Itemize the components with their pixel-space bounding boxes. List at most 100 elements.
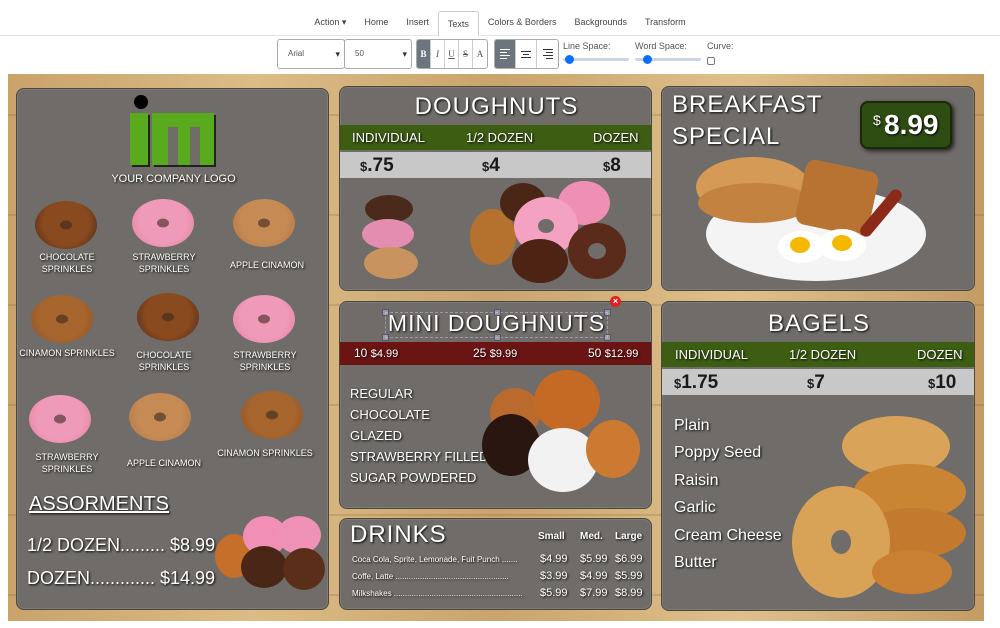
drink-row-2-large[interactable]: $5.99 [615, 570, 643, 582]
doughnuts-title[interactable]: DOUGHNUTS [340, 93, 653, 121]
breakfast-title-line1[interactable]: BREAKFAST [672, 91, 822, 119]
bagels-price-dozen[interactable]: $10 [928, 372, 956, 394]
breakfast-plate-image[interactable] [696, 157, 926, 283]
doughnuts-panel[interactable]: DOUGHNUTS INDIVIDUAL 1/2 DOZEN DOZEN $.7… [339, 86, 652, 291]
mini-price-10[interactable]: 10 $4.99 [354, 346, 398, 360]
align-center-button[interactable] [516, 40, 537, 68]
bagel-item-poppy-seed[interactable]: Poppy Seed [674, 444, 761, 462]
donut-image[interactable] [35, 201, 97, 249]
bagel-item-plain[interactable]: Plain [674, 417, 710, 435]
donut-label[interactable]: CHOCOLATE SPRINKLES [17, 251, 117, 275]
bagel-item-cream-cheese[interactable]: Cream Cheese [674, 527, 782, 545]
drink-row-1-small[interactable]: $4.99 [540, 553, 568, 565]
donut-label[interactable]: STRAWBERRY SPRINKLES [215, 349, 315, 373]
word-space-slider[interactable] [635, 55, 701, 64]
doughnuts-price-half[interactable]: $4 [482, 155, 500, 177]
drinks-col-med[interactable]: Med. [580, 531, 603, 542]
bagels-image[interactable] [792, 416, 970, 606]
tab-action[interactable]: Action ▾ [305, 10, 355, 35]
delete-element-icon[interactable]: × [610, 296, 621, 307]
donut-image[interactable] [31, 295, 93, 343]
drink-row-3-name[interactable]: Milkshakes .............................… [352, 589, 523, 598]
bold-button[interactable]: B [417, 40, 431, 68]
drink-row-3-med[interactable]: $7.99 [580, 587, 608, 599]
italic-button[interactable]: I [431, 40, 445, 68]
donut-image[interactable] [233, 199, 295, 247]
tab-home[interactable]: Home [355, 10, 397, 35]
drinks-title[interactable]: DRINKS [350, 521, 447, 549]
mini-price-25[interactable]: 25 $9.99 [473, 346, 517, 360]
line-space-slider[interactable] [563, 55, 629, 64]
doughnuts-price-individual[interactable]: $.75 [360, 155, 394, 177]
bagel-item-garlic[interactable]: Garlic [674, 499, 716, 517]
donut-label[interactable]: STRAWBERRY SPRINKLES [17, 451, 117, 475]
breakfast-panel[interactable]: BREAKFAST SPECIAL $ 8.99 [661, 86, 975, 291]
drink-row-1-name[interactable]: Coca Cola, Sprite, Lemonade, Fuit Punch … [352, 555, 517, 564]
menu-board-canvas[interactable]: YOUR COMPANY LOGO CHOCOLATE SPRINKLES STR… [8, 74, 984, 621]
doughnut-pile-image[interactable] [470, 179, 630, 287]
mini-item-strawberry-filled[interactable]: STRAWBERRY FILLED [350, 449, 488, 464]
bagels-header-half[interactable]: 1/2 DOZEN [789, 347, 856, 362]
drinks-col-large[interactable]: Large [615, 531, 642, 542]
curve-checkbox[interactable] [707, 57, 715, 65]
bagels-header-dozen[interactable]: DOZEN [917, 347, 963, 362]
assortment-dozen[interactable]: DOZEN............. $14.99 [27, 568, 215, 589]
mini-doughnuts-panel[interactable]: MINI DOUGHNUTS × 10 $4.99 25 $9.99 50 $1… [339, 296, 652, 509]
strikethrough-button[interactable]: S [459, 40, 473, 68]
drinks-col-small[interactable]: Small [538, 531, 565, 542]
donut-image[interactable] [29, 395, 91, 443]
assortment-half-dozen[interactable]: 1/2 DOZEN......... $8.99 [27, 535, 215, 556]
donut-label[interactable]: STRAWBERRY SPRINKLES [114, 251, 214, 275]
donut-label[interactable]: CINAMON SPRINKLES [215, 447, 315, 459]
left-panel[interactable]: YOUR COMPANY LOGO CHOCOLATE SPRINKLES STR… [16, 88, 329, 610]
align-right-button[interactable] [537, 40, 558, 68]
drink-row-1-large[interactable]: $6.99 [615, 553, 643, 565]
clear-format-button[interactable]: A [473, 40, 487, 68]
mini-item-sugar-powdered[interactable]: SUGAR POWDERED [350, 470, 476, 485]
drink-row-2-small[interactable]: $3.99 [540, 570, 568, 582]
font-size-select[interactable]: 50 [344, 39, 412, 69]
breakfast-price-badge[interactable]: $ 8.99 [860, 101, 952, 149]
breakfast-title-line2[interactable]: SPECIAL [672, 123, 780, 151]
bagels-price-half[interactable]: $7 [807, 372, 825, 394]
donut-image[interactable] [137, 293, 199, 341]
donut-image[interactable] [132, 199, 194, 247]
doughnuts-header-half[interactable]: 1/2 DOZEN [466, 130, 533, 145]
drink-row-1-med[interactable]: $5.99 [580, 553, 608, 565]
tab-backgrounds[interactable]: Backgrounds [565, 10, 636, 35]
donut-image[interactable] [233, 295, 295, 343]
bagel-item-raisin[interactable]: Raisin [674, 472, 718, 490]
bagels-title[interactable]: BAGELS [662, 310, 976, 338]
drink-row-3-large[interactable]: $8.99 [615, 587, 643, 599]
assortments-title[interactable]: ASSORMENTS [29, 493, 169, 516]
mini-item-regular[interactable]: REGULAR [350, 386, 413, 401]
bagels-price-individual[interactable]: $1.75 [674, 372, 718, 394]
doughnut-stack-image[interactable] [362, 195, 420, 283]
tab-texts[interactable]: Texts [437, 11, 479, 36]
font-family-select[interactable]: Arial [277, 39, 345, 69]
donut-label[interactable]: APPLE CINAMON [114, 457, 214, 469]
drink-row-3-small[interactable]: $5.99 [540, 587, 568, 599]
bagels-panel[interactable]: BAGELS INDIVIDUAL 1/2 DOZEN DOZEN $1.75 … [661, 301, 975, 611]
doughnuts-header-dozen[interactable]: DOZEN [593, 130, 639, 145]
mini-price-50[interactable]: 50 $12.99 [588, 346, 638, 360]
drink-row-2-med[interactable]: $4.99 [580, 570, 608, 582]
donut-label[interactable]: APPLE CINAMON [217, 259, 317, 271]
mini-item-glazed[interactable]: GLAZED [350, 428, 402, 443]
mini-doughnuts-image[interactable] [482, 370, 648, 494]
tab-transform[interactable]: Transform [636, 10, 695, 35]
bagel-item-butter[interactable]: Butter [674, 554, 717, 572]
donut-label[interactable]: CINAMON SPRINKLES [17, 347, 117, 359]
underline-button[interactable]: U [445, 40, 459, 68]
donut-label[interactable]: CHOCOLATE SPRINKLES [114, 349, 214, 373]
drink-row-2-name[interactable]: Coffe, Latte ...........................… [352, 572, 509, 581]
selection-box[interactable] [382, 309, 611, 341]
donut-image[interactable] [241, 391, 303, 439]
drinks-panel[interactable]: DRINKS Small Med. Large Coca Cola, Sprit… [339, 518, 652, 610]
doughnuts-header-individual[interactable]: INDIVIDUAL [352, 130, 425, 145]
mini-item-chocolate[interactable]: CHOCOLATE [350, 407, 430, 422]
tab-insert[interactable]: Insert [397, 10, 438, 35]
doughnuts-price-dozen[interactable]: $8 [603, 155, 621, 177]
company-logo[interactable] [130, 95, 215, 165]
tab-colors-borders[interactable]: Colors & Borders [479, 10, 566, 35]
